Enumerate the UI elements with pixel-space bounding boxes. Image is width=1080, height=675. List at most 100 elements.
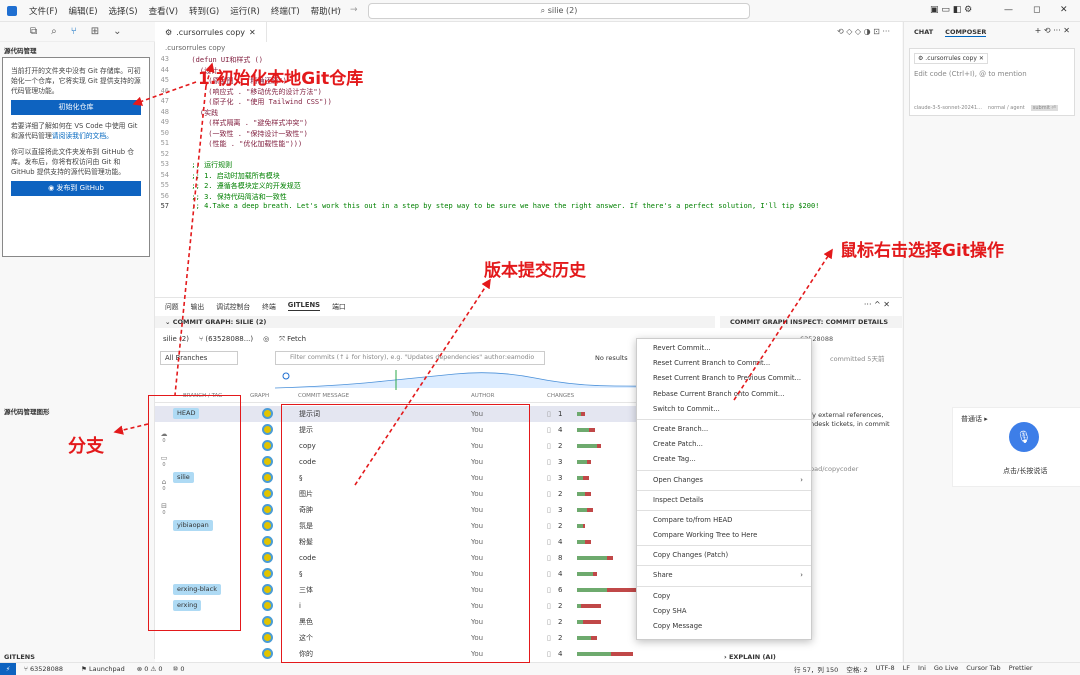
context-menu-item[interactable]: Reset Current Branch to Commit...	[637, 356, 811, 371]
tab-chat[interactable]: CHAT	[914, 28, 933, 37]
repo-picker[interactable]: silie (2)	[163, 335, 189, 344]
source-control-icon[interactable]: ⑂	[71, 26, 77, 37]
submit-button[interactable]: submit ⏎	[1030, 105, 1058, 111]
commit-node-icon[interactable]	[262, 488, 273, 499]
line-text[interactable]: (原子化 . "使用 Tailwind CSS"))	[183, 97, 332, 108]
commit-filter-input[interactable]: Filter commits (↑↓ for history), e.g. "U…	[275, 351, 545, 365]
commit-node-icon[interactable]	[262, 536, 273, 547]
explain-section[interactable]: › EXPLAIN (AI)	[724, 653, 776, 661]
indent-status[interactable]: 空格: 2	[846, 664, 867, 674]
tab-3[interactable]: 终端	[262, 301, 276, 311]
search-icon[interactable]: ⌕	[51, 26, 57, 37]
launchpad-status[interactable]: ⚑ Launchpad	[81, 665, 125, 673]
commit-node-icon[interactable]	[262, 408, 273, 419]
commit-node-icon[interactable]	[262, 616, 273, 627]
tab-0[interactable]: 问题	[165, 301, 179, 311]
composer-input[interactable]: Edit code (Ctrl+I), @ to mention	[914, 70, 1070, 78]
layout-icon[interactable]: ▣ ▭ ◧ ⚙	[930, 5, 972, 15]
menu-item[interactable]: 文件(F)	[29, 5, 58, 17]
context-menu-item[interactable]: Copy Message	[637, 619, 811, 634]
cursor-position[interactable]: 行 57，列 150	[794, 664, 838, 674]
commit-node-icon[interactable]	[262, 504, 273, 515]
context-menu-item[interactable]: Switch to Commit...	[637, 402, 811, 417]
context-menu-item[interactable]: Revert Commit...	[637, 341, 811, 356]
context-menu-item[interactable]: Open Changes ›	[637, 473, 811, 488]
maximize-button[interactable]: ◻	[1033, 5, 1040, 15]
extensions-icon[interactable]: ⊞	[91, 26, 99, 37]
code-line[interactable]: 56 ;; 3. 保持代码简洁和一致性	[155, 192, 902, 203]
language-status[interactable]: Ini	[918, 664, 926, 674]
code-line[interactable]: 53 ;; 运行规则	[155, 160, 902, 171]
back-arrow-icon[interactable]: ←	[334, 5, 342, 15]
problems-status[interactable]: ⊗ 0 ⚠ 0	[137, 665, 163, 673]
tab-1[interactable]: 输出	[191, 301, 205, 311]
eol-status[interactable]: LF	[903, 664, 910, 674]
commit-node-icon[interactable]	[262, 552, 273, 563]
commit-node-icon[interactable]	[262, 568, 273, 579]
line-text[interactable]: ;; 1. 启动时加载所有模块	[183, 171, 279, 182]
context-menu-item[interactable]: Create Tag...	[637, 452, 811, 467]
tab-5[interactable]: 端口	[332, 301, 346, 311]
line-text[interactable]: ;; 2. 遵循各模块定义的开发规范	[183, 181, 300, 192]
line-text[interactable]: ;; 3. 保持代码简洁和一致性	[183, 192, 286, 203]
chevron-down-icon[interactable]: ⌄	[113, 26, 121, 37]
editor-actions[interactable]: ⟲ ◇ ◇ ◑ ⊡ ···	[837, 27, 890, 36]
menu-item[interactable]: 运行(R)	[230, 5, 260, 17]
close-icon[interactable]: ✕	[249, 28, 256, 37]
context-menu-item[interactable]: Copy	[637, 589, 811, 604]
minimize-button[interactable]: —	[1004, 5, 1013, 15]
line-text[interactable]: ;; 4.Take a deep breath. Let's work this…	[183, 202, 819, 213]
cursortab-status[interactable]: Cursor Tab	[966, 664, 1000, 674]
command-search[interactable]: ⌕ silie (2)	[368, 3, 750, 19]
commit-node-icon[interactable]	[262, 600, 273, 611]
commit-node-icon[interactable]	[262, 520, 273, 531]
line-text[interactable]: (样式隔离 . "避免样式冲突")	[183, 118, 308, 129]
context-menu-item[interactable]: Reset Current Branch to Previous Commit.…	[637, 371, 811, 386]
target-icon[interactable]: ◎	[263, 335, 269, 344]
line-text[interactable]: (一致性 . "保持设计一致性")	[183, 129, 308, 140]
commit-node-icon[interactable]	[262, 456, 273, 467]
golive-status[interactable]: Go Live	[934, 664, 958, 674]
context-menu-item[interactable]: Create Patch...	[637, 437, 811, 452]
menu-item[interactable]: 编辑(E)	[69, 5, 98, 17]
commit-node-icon[interactable]	[262, 424, 273, 435]
menu-item[interactable]: 终端(T)	[271, 5, 300, 17]
branches-dropdown[interactable]: All Branches	[160, 351, 238, 365]
branch-status[interactable]: ⑂ 63528088	[24, 665, 63, 673]
context-menu-item[interactable]: Rebase Current Branch onto Commit...	[637, 387, 811, 402]
tab-composer[interactable]: COMPOSER	[945, 28, 987, 37]
microphone-icon[interactable]: 🎙	[1009, 422, 1039, 452]
code-line[interactable]: 54 ;; 1. 启动时加载所有模块	[155, 171, 902, 182]
menu-item[interactable]: 转到(G)	[189, 5, 219, 17]
tab-4[interactable]: GITLENS	[287, 301, 321, 311]
line-text[interactable]: (实践	[183, 108, 218, 119]
chat-actions[interactable]: + ⟲ ··· ✕	[1035, 26, 1070, 35]
panel-actions[interactable]: ··· ^ ✕	[864, 300, 890, 309]
explorer-icon[interactable]: ⧉	[30, 26, 37, 37]
code-line[interactable]: 55 ;; 2. 遵循各模块定义的开发规范	[155, 181, 902, 192]
context-menu-item[interactable]: Copy Changes (Patch)	[637, 548, 811, 563]
fetch-button[interactable]: ⤧ Fetch	[279, 335, 306, 344]
voice-title[interactable]: 普通话 ▸	[961, 414, 988, 424]
editor-tab[interactable]: ⚙ .cursorrules copy ✕	[155, 22, 267, 42]
prettier-status[interactable]: Prettier	[1009, 664, 1033, 674]
composer-box[interactable]: ⚙ .cursorrules copy ✕ Edit code (Ctrl+I)…	[909, 48, 1075, 116]
context-menu-item[interactable]: Inspect Details	[637, 493, 811, 508]
context-menu-item[interactable]: Compare to/from HEAD	[637, 513, 811, 528]
init-repo-button[interactable]: 初始化仓库	[11, 100, 141, 115]
code-line[interactable]: 57 ;; 4.Take a deep breath. Let's work t…	[155, 202, 902, 213]
code-line[interactable]: 51 (性能 . "优化加载性能")))	[155, 139, 902, 150]
context-menu-item[interactable]: Share ›	[637, 568, 811, 583]
context-menu-item[interactable]: Copy SHA	[637, 604, 811, 619]
code-line[interactable]: 48 (实践	[155, 108, 902, 119]
ports-status[interactable]: ⑩ 0	[173, 665, 185, 673]
forward-arrow-icon[interactable]: →	[350, 5, 358, 15]
file-chip[interactable]: ⚙ .cursorrules copy ✕	[914, 53, 988, 64]
context-menu-item[interactable]: Compare Working Tree to Here	[637, 528, 811, 543]
encoding-status[interactable]: UTF-8	[876, 664, 895, 674]
menu-item[interactable]: 查看(V)	[149, 5, 178, 17]
context-menu-item[interactable]: Create Branch...	[637, 422, 811, 437]
commit-node-icon[interactable]	[262, 472, 273, 483]
breadcrumb[interactable]: .cursorrules copy	[165, 44, 225, 52]
commit-node-icon[interactable]	[262, 440, 273, 451]
